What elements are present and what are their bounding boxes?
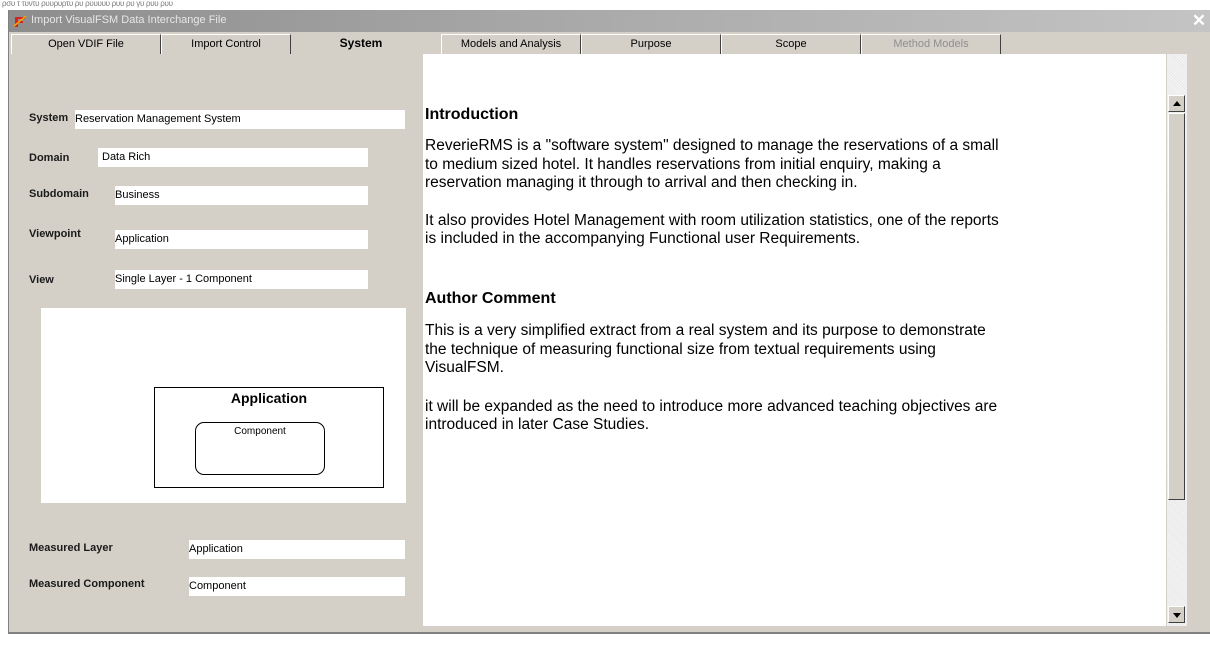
- system-properties-panel: System Reservation Management System Dom…: [9, 54, 413, 632]
- scroll-down-button[interactable]: [1168, 606, 1185, 623]
- author-line-1: This is a very simplified extract from a…: [425, 322, 986, 339]
- author-line-4: it will be expanded as the need to intro…: [425, 398, 998, 415]
- intro-line-1: ReverieRMS is a "software system" design…: [425, 137, 999, 154]
- author-line-5: introduced in later Case Studies.: [425, 416, 650, 433]
- subdomain-field[interactable]: Business: [115, 186, 368, 205]
- subdomain-label: Subdomain: [29, 188, 89, 200]
- import-dialog: Import VisualFSM Data Interchange File ✕…: [8, 10, 1210, 634]
- intro-line-2: to medium sized hotel. It handles reserv…: [425, 156, 941, 173]
- arrow-down-icon: [1173, 613, 1181, 618]
- layer-title: Application: [230, 390, 308, 406]
- scroll-up-button[interactable]: [1168, 95, 1185, 112]
- component-title: Component: [234, 426, 286, 437]
- view-label: View: [29, 274, 54, 286]
- domain-label: Domain: [29, 152, 70, 164]
- description-text-area[interactable]: Introduction ReverieRMS is a "software s…: [423, 54, 1166, 626]
- tab-purpose[interactable]: Purpose: [581, 34, 721, 54]
- author-line-3: VisualFSM.: [425, 359, 504, 376]
- vertical-scrollbar[interactable]: [1167, 54, 1187, 626]
- layer-diagram: Application Component: [41, 308, 406, 503]
- tab-method-models[interactable]: Method Models: [861, 34, 1001, 54]
- intro-line-5: is included in the accompanying Function…: [425, 230, 861, 247]
- tab-scope[interactable]: Scope: [721, 34, 861, 54]
- tab-system[interactable]: System: [291, 32, 431, 54]
- domain-field[interactable]: Data Rich: [98, 148, 368, 167]
- intro-line-4: It also provides Hotel Management with r…: [425, 212, 999, 229]
- close-button[interactable]: ✕: [1190, 11, 1208, 30]
- view-field[interactable]: Single Layer - 1 Component: [115, 270, 368, 289]
- author-line-2: the technique of measuring functional si…: [425, 341, 936, 358]
- arrow-up-icon: [1173, 101, 1181, 106]
- window-title: Import VisualFSM Data Interchange File: [31, 14, 227, 26]
- viewpoint-label: Viewpoint: [29, 228, 81, 240]
- title-bar[interactable]: Import VisualFSM Data Interchange File ✕: [9, 10, 1210, 32]
- author-comment-heading: Author Comment: [425, 290, 556, 307]
- viewpoint-field[interactable]: Application: [115, 230, 368, 249]
- introduction-heading: Introduction: [425, 106, 519, 123]
- intro-line-3: reservation managing it through to arriv…: [425, 174, 858, 191]
- tab-import-control[interactable]: Import Control: [161, 34, 291, 54]
- scroll-thumb[interactable]: [1168, 113, 1185, 500]
- measured-component-label: Measured Component: [29, 578, 145, 590]
- measured-component-field[interactable]: Component: [189, 577, 405, 596]
- measured-layer-field[interactable]: Application: [189, 540, 405, 559]
- tab-strip: Open VDIF File Import Control System Mod…: [9, 32, 1210, 54]
- system-tab-content: System Reservation Management System Dom…: [9, 54, 1210, 632]
- tab-models-and-analysis[interactable]: Models and Analysis: [441, 34, 581, 54]
- measured-layer-label: Measured Layer: [29, 542, 113, 554]
- component-box: Component: [195, 422, 325, 475]
- application-layer-box: Application Component: [154, 387, 384, 488]
- system-label: System: [29, 112, 69, 124]
- background-window-text: ρσυ τ τυντυ ρυυρυρτυ ρυ ρυυυυυ ρυυ ρυ γυ…: [2, 0, 173, 8]
- system-field[interactable]: Reservation Management System: [75, 110, 405, 129]
- visualfsm-logo-icon: [13, 15, 27, 27]
- tab-open-vdif-file[interactable]: Open VDIF File: [11, 34, 161, 54]
